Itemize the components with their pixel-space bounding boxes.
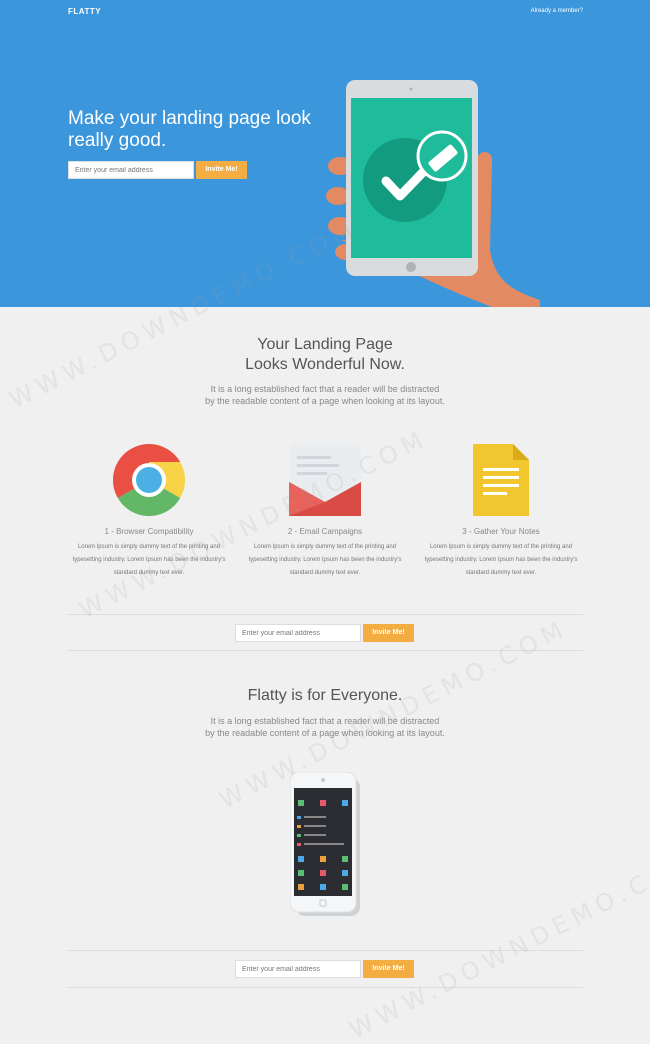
feature-email-campaigns: 2 - Email Campaigns Lorem Ipsum is simpl…	[240, 527, 410, 580]
divider	[67, 987, 583, 988]
hand-tablet-illustration	[326, 80, 540, 307]
already-member-link[interactable]: Already a member?	[531, 8, 583, 14]
hero-email-input[interactable]	[68, 161, 194, 179]
brand-logo[interactable]: FLATTY	[68, 7, 101, 16]
notes-icon	[473, 444, 529, 516]
cta2-invite-button[interactable]: Invite Me!	[363, 960, 414, 978]
section2-subtitle: It is a long established fact that a rea…	[205, 716, 445, 738]
feature-body: Lorem Ipsum is simply dummy text of the …	[248, 544, 402, 576]
cta1-invite-button[interactable]: Invite Me!	[363, 624, 414, 642]
watermark: WWW.DOWNDEMO.COM	[344, 843, 650, 1044]
feature-gather-notes: 3 - Gather Your Notes Lorem Ipsum is sim…	[416, 527, 586, 580]
hero-invite-button[interactable]: Invite Me!	[196, 161, 247, 179]
feature-title: 3 - Gather Your Notes	[462, 527, 540, 536]
section2-title: Flatty is for Everyone.	[247, 687, 403, 704]
feature-browser-compatibility: 1 - Browser Compatibility Lorem Ipsum is…	[64, 527, 234, 580]
divider	[67, 650, 583, 651]
feature-title: 2 - Email Campaigns	[287, 527, 363, 536]
section1-title-line2: Looks Wonderful Now.	[245, 356, 405, 373]
divider	[67, 614, 583, 615]
hero-section: FLATTY Already a member? Make your landi…	[0, 0, 650, 307]
feature-title: 1 - Browser Compatibility	[104, 527, 194, 536]
cta1-email-input[interactable]	[235, 624, 361, 642]
section1-subtitle: It is a long established fact that a rea…	[205, 384, 445, 406]
feature-body: Lorem Ipsum is simply dummy text of the …	[424, 544, 578, 576]
watermark: WWW.DOWNDEMO.COM	[214, 613, 573, 815]
chrome-icon	[113, 444, 185, 516]
cta2-email-input[interactable]	[235, 960, 361, 978]
envelope-icon	[289, 444, 361, 516]
section1-title-line1: Your Landing Page	[257, 336, 393, 353]
feature-body: Lorem Ipsum is simply dummy text of the …	[72, 544, 226, 576]
hero-title: Make your landing page look really good.	[68, 108, 311, 151]
smartphone-illustration	[290, 772, 360, 916]
divider	[67, 950, 583, 951]
